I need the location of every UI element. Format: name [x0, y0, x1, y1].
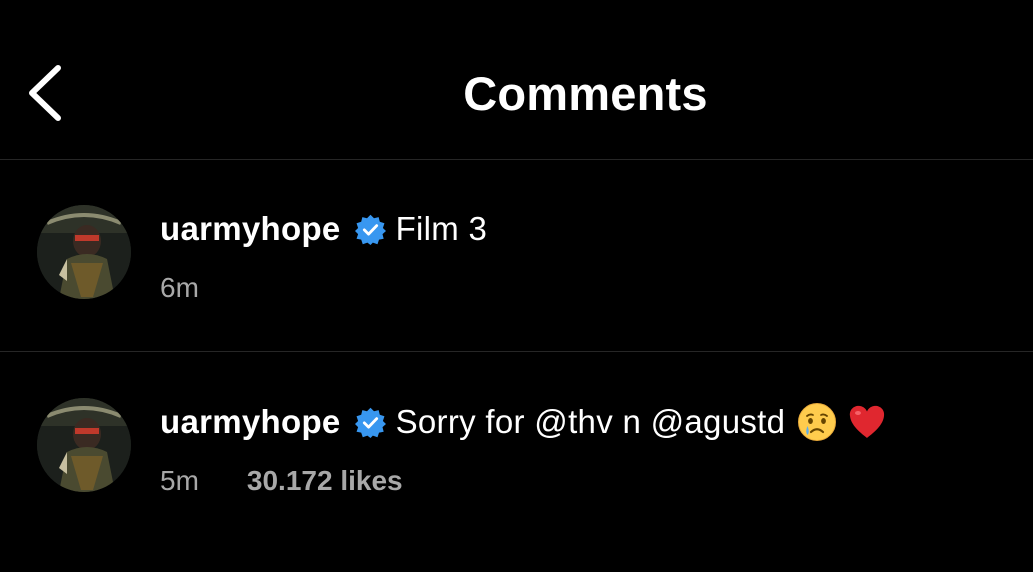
comment-item: uarmyhope Sorry for @thv n @agustd 5m 30…	[0, 353, 1033, 545]
comment-timestamp: 6m	[160, 272, 199, 303]
page-title: Comments	[463, 67, 708, 120]
red-heart-emoji-icon	[847, 402, 887, 442]
comment-text-before: Sorry for	[395, 403, 535, 440]
avatar[interactable]	[37, 398, 131, 492]
crying-face-emoji-icon	[797, 402, 837, 442]
verified-badge-icon	[354, 214, 386, 245]
comment-text-middle: n	[613, 403, 651, 440]
comment-text: Film 3	[395, 210, 488, 247]
comment-item: uarmyhope Film 3 6m	[0, 160, 1033, 352]
comment-username[interactable]: uarmyhope	[160, 403, 341, 441]
verified-badge-icon	[354, 407, 386, 438]
mention-link-thv[interactable]: @thv	[534, 403, 613, 440]
comment-body: uarmyhope Sorry for @thv n @agustd	[160, 401, 887, 443]
comments-header: Comments	[0, 0, 1033, 160]
comment-username[interactable]: uarmyhope	[160, 210, 341, 248]
avatar[interactable]	[37, 205, 131, 299]
comment-likes-count[interactable]: 30.172 likes	[247, 465, 403, 497]
comment-meta: 6m	[160, 272, 199, 304]
comment-timestamp: 5m	[160, 465, 199, 496]
comment-meta: 5m 30.172 likes	[160, 465, 403, 497]
comment-text: Sorry for @thv n @agustd	[396, 403, 786, 441]
comment-body: uarmyhope Film 3	[160, 208, 487, 250]
mention-link-agustd[interactable]: @agustd	[651, 403, 786, 440]
